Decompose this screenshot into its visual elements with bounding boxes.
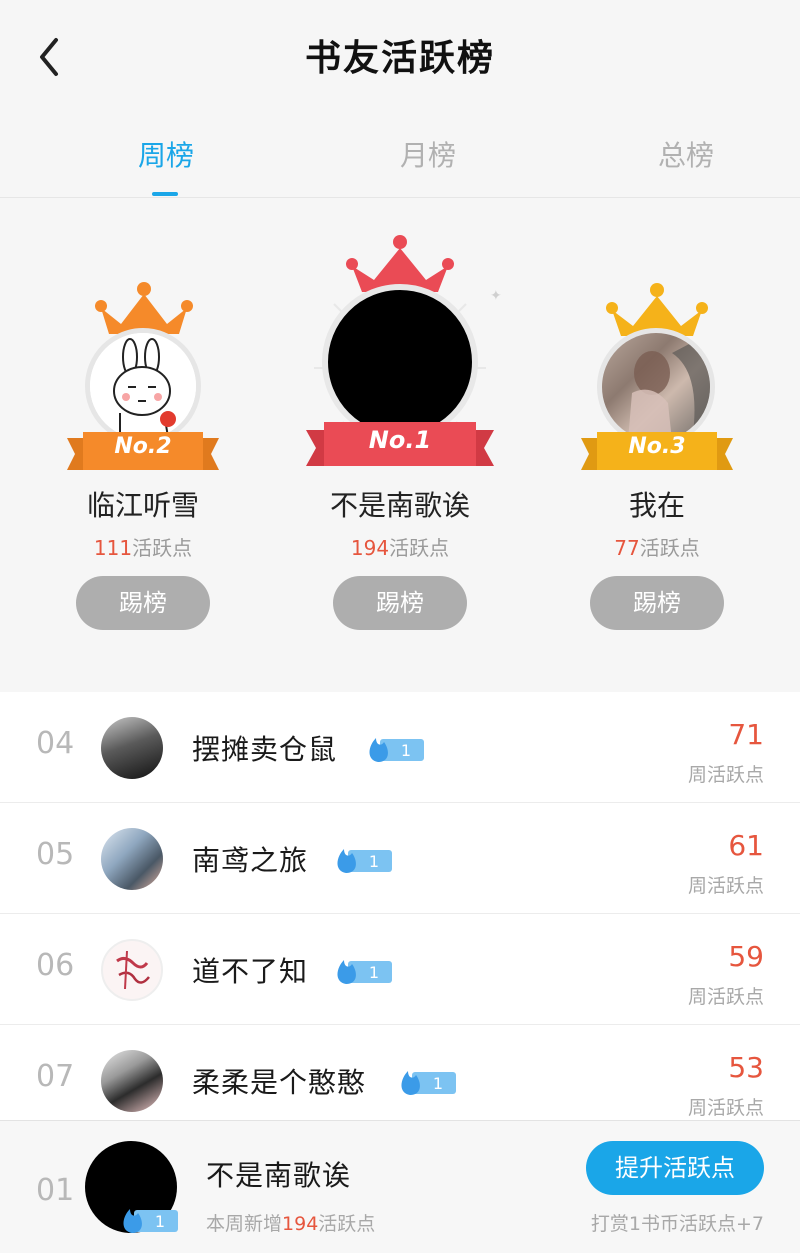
tab-total[interactable]: 总榜	[650, 134, 722, 174]
user-name: 摆摊卖仓鼠	[192, 733, 338, 766]
rank-badge-label: No.1	[368, 426, 432, 454]
level-number: 1	[155, 1212, 165, 1231]
page-title: 书友活跃榜	[304, 38, 495, 79]
list-item[interactable]: 04 摆摊卖仓鼠 1 71 周活跃点	[0, 692, 800, 803]
points-value: 77	[614, 536, 640, 560]
user-name: 南鸢之旅	[192, 844, 309, 877]
user-name: 不是南歌诶	[329, 489, 470, 522]
list-item[interactable]: 05 南鸢之旅 1 61 周活跃点	[0, 803, 800, 914]
points-unit: 活跃点	[132, 536, 193, 560]
tab-indicator	[152, 192, 178, 196]
kick-button[interactable]: 踢榜	[590, 576, 724, 630]
rank-number: 05	[36, 837, 75, 872]
podium-second: No.2 临江听雪 111活跃点 踢榜	[43, 198, 243, 678]
my-name: 不是南歌诶	[206, 1159, 352, 1192]
user-name: 道不了知	[192, 955, 309, 988]
level-number: 1	[433, 1074, 443, 1093]
level-number: 1	[369, 963, 379, 982]
podium-first: ✦ No.1 不是南歌诶 194活跃点 踢榜	[300, 198, 502, 678]
fire-level-badge-icon: 1	[123, 1209, 178, 1233]
photo-avatar-image	[628, 333, 710, 441]
podium: No.2 临江听雪 111活跃点 踢榜 ✦ No.1 不是南歌诶 194活跃点 …	[0, 198, 800, 678]
fire-level-badge-icon: 1	[401, 1071, 456, 1095]
avatar[interactable]	[597, 328, 715, 446]
user-name: 我在	[628, 489, 685, 522]
score-unit: 周活跃点	[687, 986, 764, 1008]
tab-weekly[interactable]: 周榜	[130, 134, 202, 174]
rank-number: 04	[36, 726, 75, 761]
list-item[interactable]: 07 柔柔是个憨憨 1 53 周活跃点	[0, 1025, 800, 1122]
points-value: 194	[350, 536, 390, 560]
kick-button[interactable]: 踢榜	[76, 576, 210, 630]
ranking-page: 书友活跃榜 周榜 月榜 总榜 No.2 临江听雪 111活跃点 踢榜 ✦ No.…	[0, 0, 800, 1253]
rank-badge-label: No.2	[114, 434, 172, 459]
user-name: 临江听雪	[86, 489, 199, 522]
svg-text:✦: ✦	[490, 288, 502, 304]
podium-third: No.3 我在 77活跃点 踢榜	[557, 198, 757, 678]
fire-level-badge-icon: 1	[369, 738, 424, 762]
level-number: 1	[401, 741, 411, 760]
rank-number: 06	[36, 948, 75, 983]
list-item[interactable]: 06 道不了知 1 59 周活跃点	[0, 914, 800, 1025]
points-unit: 活跃点	[639, 536, 700, 560]
my-weekly-gain: 本周新增194活跃点	[206, 1209, 375, 1236]
fire-level-badge-icon: 1	[337, 960, 392, 984]
tab-monthly[interactable]: 月榜	[392, 134, 464, 174]
kick-button[interactable]: 踢榜	[333, 576, 467, 630]
points-unit: 活跃点	[389, 536, 450, 560]
avatar[interactable]	[101, 717, 163, 779]
tab-bar: 周榜 月榜 总榜	[0, 110, 800, 198]
user-name: 柔柔是个憨憨	[192, 1066, 367, 1099]
header: 书友活跃榜	[0, 0, 800, 110]
rabbit-avatar-image	[90, 333, 196, 439]
level-number: 1	[369, 852, 379, 871]
score-unit: 周活跃点	[687, 1097, 764, 1119]
user-points: 111活跃点	[43, 532, 243, 561]
user-points: 194活跃点	[300, 532, 500, 561]
score-value: 61	[728, 829, 764, 862]
user-points: 77活跃点	[557, 532, 757, 561]
avatar[interactable]	[101, 939, 163, 1001]
rank-badge-label: No.3	[628, 434, 686, 459]
my-rank-bar: 01 1 不是南歌诶 本周新增194活跃点 提升活跃点 打赏1书币活跃点+7	[0, 1120, 800, 1253]
gain-prefix: 本周新增	[206, 1213, 283, 1235]
avatar[interactable]	[101, 828, 163, 890]
gain-suffix: 活跃点	[318, 1213, 376, 1235]
score-unit: 周活跃点	[687, 875, 764, 897]
tip-hint: 打赏1书币活跃点+7	[590, 1213, 764, 1235]
boost-activity-button[interactable]: 提升活跃点	[586, 1141, 764, 1195]
avatar[interactable]	[85, 328, 201, 444]
chevron-left-icon	[40, 38, 58, 76]
back-button[interactable]	[30, 32, 70, 82]
score-value: 59	[728, 940, 764, 973]
points-value: 111	[93, 536, 133, 560]
rank-number: 07	[36, 1059, 75, 1094]
score-value: 71	[728, 718, 764, 751]
gain-points: 194	[282, 1213, 319, 1235]
score-value: 53	[728, 1051, 764, 1084]
calligraphy-avatar-image	[116, 950, 150, 990]
avatar[interactable]	[101, 1050, 163, 1112]
avatar[interactable]	[322, 284, 478, 440]
score-unit: 周活跃点	[687, 764, 764, 786]
my-rank-number: 01	[36, 1173, 75, 1208]
fire-level-badge-icon: 1	[337, 849, 392, 873]
ranking-list: 04 摆摊卖仓鼠 1 71 周活跃点 05 南鸢之旅 1 61 周活跃点 06 …	[0, 692, 800, 1122]
